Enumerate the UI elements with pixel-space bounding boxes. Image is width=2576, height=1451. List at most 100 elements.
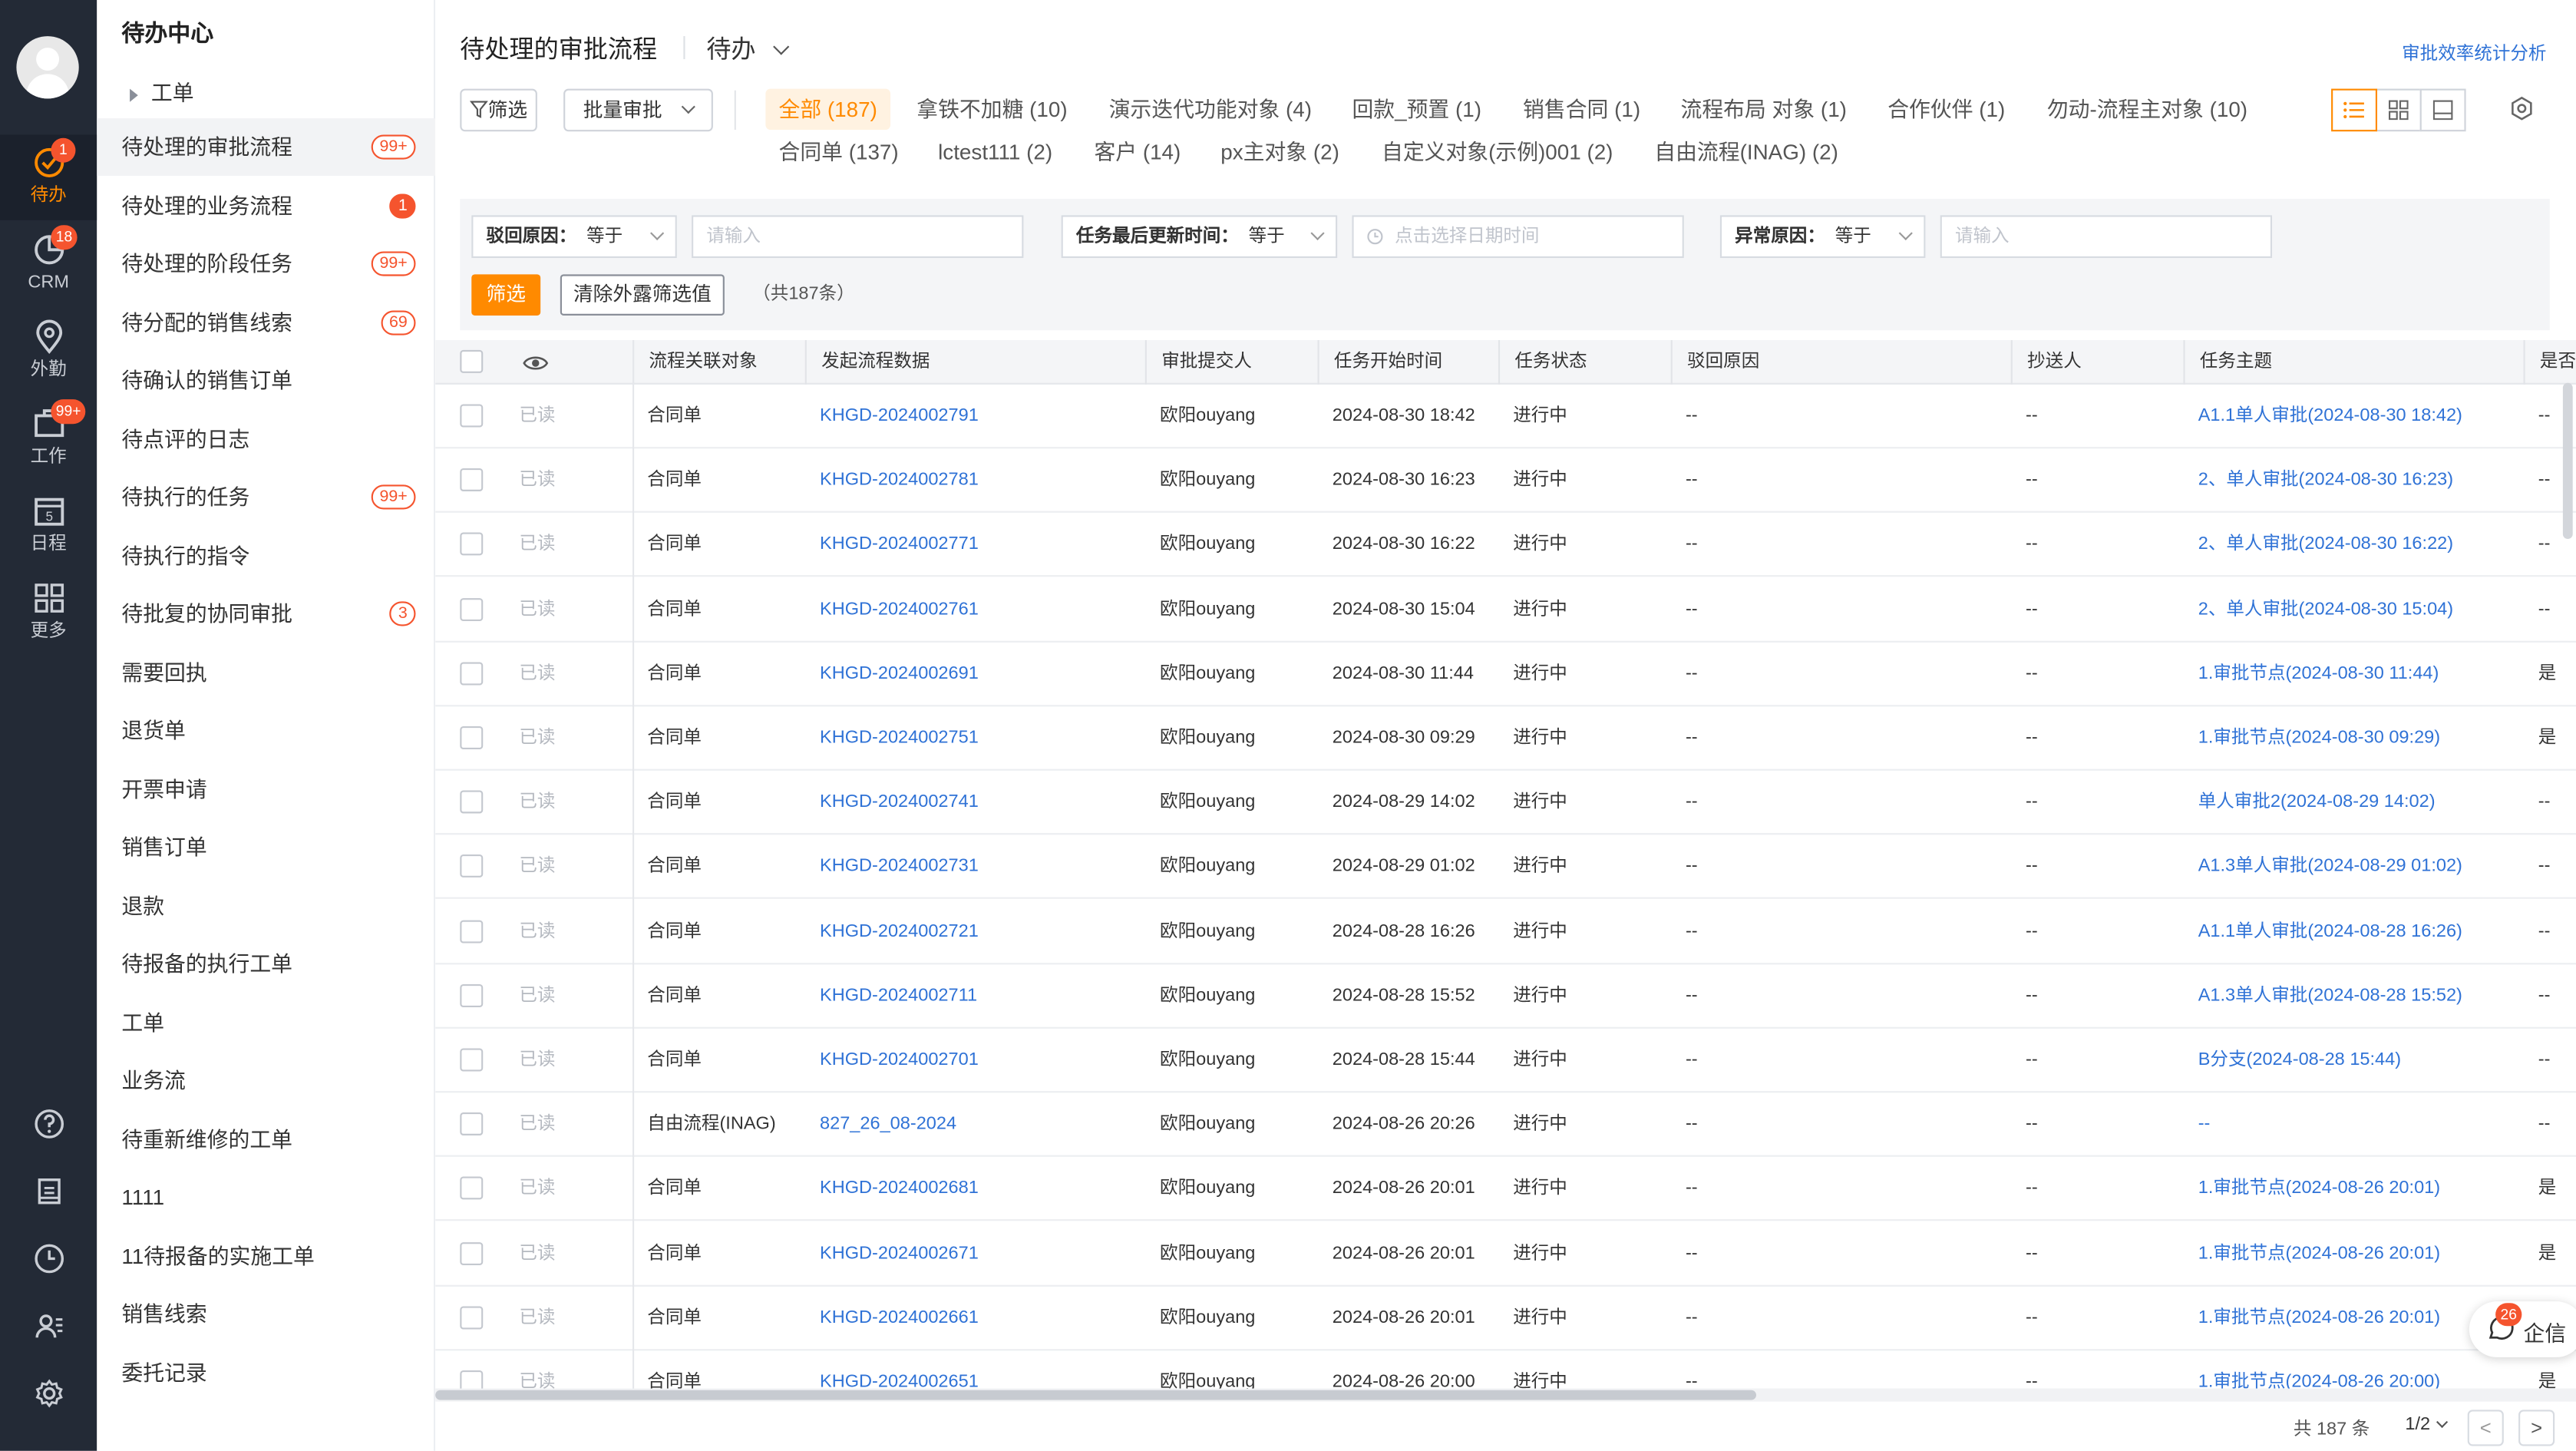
split-view-button[interactable] [2419,88,2466,132]
column-header[interactable]: 是否 [2523,340,2576,385]
help-button[interactable] [0,1101,97,1150]
sidebar-item[interactable]: 委托记录 [97,1344,435,1401]
object-chip[interactable]: 流程布局 对象 (1) [1667,89,1860,131]
row-checkbox[interactable] [460,983,484,1007]
sidebar-item[interactable]: 待点评的日志 [97,410,435,468]
sidebar-item[interactable]: 需要回执 [97,643,435,701]
table-row[interactable]: 已读 合同单 KHGD-2024002761 欧阳ouyang 2024-08-30 1… [435,578,2576,642]
sidebar-item[interactable]: 待处理的阶段任务 99+ [97,235,435,293]
cell-subject[interactable]: 1.审批节点(2024-08-26 20:01) [2198,1158,2518,1221]
table-row[interactable]: 已读 合同单 KHGD-2024002671 欧阳ouyang 2024-08-26 2… [435,1222,2576,1286]
table-row[interactable]: 已读 合同单 KHGD-2024002771 欧阳ouyang 2024-08-30 1… [435,514,2576,578]
cell-subject[interactable]: A1.1单人审批(2024-08-28 16:26) [2198,900,2518,963]
sidebar-item[interactable]: 1111 [97,1168,435,1226]
sidebar-item[interactable]: 待执行的指令 [97,527,435,584]
last-update-operator[interactable]: 任务最后更新时间： 等于 [1061,215,1338,259]
table-row[interactable]: 已读 合同单 KHGD-2024002701 欧阳ouyang 2024-08-28 1… [435,1029,2576,1093]
column-header[interactable]: 发起流程数据 [804,340,1145,385]
row-checkbox[interactable] [460,919,484,943]
object-chip[interactable]: px主对象 (2) [1207,131,1352,173]
column-header[interactable]: 流程关联对象 [632,340,805,385]
page-selector[interactable]: 1/2 [2405,1415,2449,1434]
object-chip[interactable]: lctest111 (2) [925,131,1065,173]
rail-item-field[interactable]: 外勤 [0,309,97,394]
cell-data[interactable]: KHGD-2024002671 [820,1222,1140,1286]
object-chip[interactable]: 自由流程(INAG) (2) [1641,131,1851,173]
cell-subject[interactable]: A1.1单人审批(2024-08-30 18:42) [2198,385,2518,448]
table-row[interactable]: 已读 合同单 KHGD-2024002691 欧阳ouyang 2024-08-30 1… [435,642,2576,706]
list-view-button[interactable] [2331,88,2378,132]
contacts-button[interactable] [0,1303,97,1352]
last-update-datepicker[interactable]: 点击选择日期时间 [1352,215,1684,259]
cell-data[interactable]: KHGD-2024002681 [820,1158,1140,1221]
apply-filter-button[interactable]: 筛选 [471,274,541,316]
column-header[interactable]: 抄送人 [2010,340,2184,385]
cell-data[interactable]: KHGD-2024002741 [820,771,1140,835]
rail-item-todo[interactable]: 待办 1 [0,134,97,220]
reject-reason-operator[interactable]: 驳回原因： 等于 [471,215,677,259]
cell-data[interactable]: KHGD-2024002691 [820,642,1140,706]
cell-subject[interactable]: B分支(2024-08-28 15:44) [2198,1029,2518,1092]
table-row[interactable]: 已读 合同单 KHGD-2024002661 欧阳ouyang 2024-08-26 2… [435,1286,2576,1350]
object-chip[interactable]: 客户 (14) [1081,131,1194,173]
object-chip[interactable]: 销售合同 (1) [1510,89,1653,131]
row-checkbox[interactable] [460,468,484,492]
sidebar-item[interactable]: 退货单 [97,702,435,759]
sidebar-item[interactable]: 待处理的审批流程 99+ [97,118,436,177]
sidebar-item[interactable]: 待执行的任务 99+ [97,468,435,526]
object-chip[interactable]: 勿动-流程主对象 (10) [2034,89,2261,131]
cell-data[interactable]: KHGD-2024002791 [820,385,1140,448]
notes-button[interactable] [0,1168,97,1218]
table-row[interactable]: 已读 自由流程(INAG) 827_26_08-2024 欧阳ouyang 2024-0… [435,1093,2576,1158]
card-view-button[interactable] [2375,88,2422,132]
sidebar-item[interactable]: 待确认的销售订单 [97,352,435,409]
table-row[interactable]: 已读 合同单 KHGD-2024002681 欧阳ouyang 2024-08-26 2… [435,1158,2576,1222]
sidebar-group-toggle[interactable]: 工单 [121,75,194,107]
row-checkbox[interactable] [460,1241,484,1265]
row-checkbox[interactable] [460,854,484,878]
state-dropdown[interactable]: 待办 [706,31,790,66]
scrollbar-thumb[interactable] [435,1390,1756,1400]
object-chip[interactable]: 全部 (187) [765,88,890,131]
sidebar-item[interactable]: 待处理的业务流程 1 [97,177,435,234]
settings-button[interactable] [0,1370,97,1420]
rail-item-work[interactable]: 工作 99+ [0,396,97,481]
avatar[interactable] [16,36,79,99]
row-checkbox[interactable] [460,1048,484,1072]
exception-reason-input[interactable]: 请输入 [1940,215,2273,259]
qixin-chat-button[interactable]: 26 企信 [2469,1301,2576,1357]
cell-subject[interactable]: A1.3单人审批(2024-08-29 01:02) [2198,835,2518,899]
cell-data[interactable]: KHGD-2024002721 [820,900,1140,963]
table-row[interactable]: 已读 合同单 KHGD-2024002731 欧阳ouyang 2024-08-29 0… [435,835,2576,900]
cell-data[interactable]: KHGD-2024002731 [820,835,1140,899]
next-page-button[interactable]: > [2518,1410,2555,1446]
sidebar-item[interactable]: 11待报备的实施工单 [97,1227,435,1284]
column-header[interactable]: 任务状态 [1498,340,1671,385]
row-checkbox[interactable] [460,1112,484,1136]
cell-data[interactable]: KHGD-2024002661 [820,1286,1140,1350]
row-checkbox[interactable] [460,726,484,749]
stats-link[interactable]: 审批效率统计分析 [2402,39,2546,65]
sidebar-item[interactable]: 销售线索 [97,1285,435,1343]
object-chip[interactable]: 合作伙伴 (1) [1874,89,2018,131]
cell-subject[interactable]: 2、单人审批(2024-08-30 16:22) [2198,514,2518,577]
row-checkbox[interactable] [460,1177,484,1201]
sidebar-item[interactable]: 工单 [97,993,435,1051]
cell-data[interactable]: KHGD-2024002771 [820,514,1140,577]
row-checkbox[interactable] [460,662,484,686]
object-chip[interactable]: 回款_预置 (1) [1339,89,1494,131]
horizontal-scrollbar[interactable] [435,1388,2576,1402]
row-checkbox[interactable] [460,1306,484,1330]
row-checkbox[interactable] [460,533,484,557]
object-chip[interactable]: 自定义对象(示例)001 (2) [1369,131,1627,173]
object-chip[interactable]: 合同单 (137) [765,131,911,173]
cell-data[interactable]: 827_26_08-2024 [820,1093,1140,1157]
row-checkbox[interactable] [460,597,484,621]
table-row[interactable]: 已读 合同单 KHGD-2024002751 欧阳ouyang 2024-08-30 0… [435,706,2576,771]
cell-subject[interactable]: -- [2198,1093,2518,1157]
cell-subject[interactable]: 1.审批节点(2024-08-26 20:01) [2198,1222,2518,1286]
column-header[interactable]: 任务主题 [2183,340,2523,385]
cell-subject[interactable]: 2、单人审批(2024-08-30 16:23) [2198,449,2518,513]
cell-data[interactable]: KHGD-2024002781 [820,449,1140,513]
table-row[interactable]: 已读 合同单 KHGD-2024002781 欧阳ouyang 2024-08-30 1… [435,449,2576,514]
